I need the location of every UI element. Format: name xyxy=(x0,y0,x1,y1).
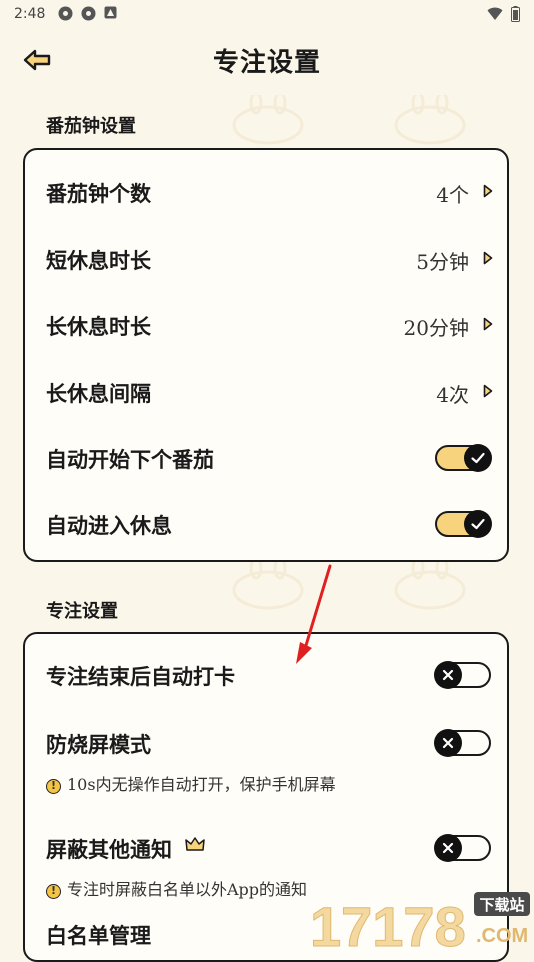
crown-icon xyxy=(185,837,205,851)
long-break-interval-row[interactable]: 长休息间隔 4次 xyxy=(25,372,507,412)
burn-in-protection-toggle[interactable] xyxy=(434,729,491,757)
section-title-focus: 专注设置 xyxy=(46,601,118,622)
auto-break-row: 自动进入休息 xyxy=(25,504,507,544)
background-rabbit-doodle xyxy=(232,95,304,145)
close-icon xyxy=(442,669,454,681)
row-label: 长休息间隔 xyxy=(46,381,151,406)
row-value: 4次 xyxy=(436,383,469,407)
watermark-logo: 17178 下载站 .COM xyxy=(310,892,530,959)
photo-notification-icon xyxy=(104,6,119,21)
row-label: 专注结束后自动打卡 xyxy=(46,664,235,689)
toggle-knob xyxy=(434,834,462,862)
app-notification-icon xyxy=(58,6,73,21)
short-break-row[interactable]: 短休息时长 5分钟 xyxy=(25,239,507,279)
auto-start-pomodoro-row: 自动开始下个番茄 xyxy=(25,438,507,478)
row-label: 番茄钟个数 xyxy=(46,181,151,206)
row-label: 防烧屏模式 xyxy=(46,732,151,757)
block-notifications-row: 屏蔽其他通知 xyxy=(25,828,507,868)
auto-break-toggle[interactable] xyxy=(435,510,492,538)
burn-in-protection-row: 防烧屏模式 xyxy=(25,723,507,763)
pomodoro-settings-card: 番茄钟个数 4个 短休息时长 5分钟 长休息时长 20分钟 长休息间隔 4次 自… xyxy=(23,148,509,562)
toggle-knob xyxy=(434,661,462,689)
app-notification-icon xyxy=(81,6,96,21)
auto-start-pomodoro-toggle[interactable] xyxy=(435,444,492,472)
row-label: 自动进入休息 xyxy=(46,513,172,538)
status-right xyxy=(487,6,520,26)
check-icon xyxy=(471,518,485,530)
status-bar: 2:48 xyxy=(0,0,534,30)
battery-icon xyxy=(511,6,520,26)
warning-icon: ! xyxy=(46,884,61,899)
close-icon xyxy=(442,737,454,749)
section-title-pomodoro: 番茄钟设置 xyxy=(46,116,136,137)
block-notifications-note: ! 专注时屏蔽白名单以外App的通知 xyxy=(46,876,307,900)
background-rabbit-doodle xyxy=(394,95,466,145)
check-icon xyxy=(471,452,485,464)
row-label: 长休息时长 xyxy=(46,314,151,339)
chevron-right-icon xyxy=(483,251,493,265)
toggle-knob xyxy=(434,729,462,757)
pomodoro-count-row[interactable]: 番茄钟个数 4个 xyxy=(25,172,507,212)
warning-icon: ! xyxy=(46,779,61,794)
annotation-arrow xyxy=(296,564,332,664)
watermark-domain: .COM xyxy=(476,925,528,947)
row-value: 20分钟 xyxy=(403,316,469,340)
site-watermark: 17178 下载站 .COM xyxy=(310,890,534,959)
row-value: 4个 xyxy=(436,183,469,207)
status-time: 2:48 xyxy=(14,6,46,22)
block-notifications-toggle[interactable] xyxy=(434,834,491,862)
status-notification-icons xyxy=(58,6,119,21)
row-label: 白名单管理 xyxy=(46,923,151,948)
page-title: 专注设置 xyxy=(212,48,321,78)
note-text: 专注时屏蔽白名单以外App的通知 xyxy=(67,880,308,899)
chevron-right-icon xyxy=(483,184,493,198)
chevron-right-icon xyxy=(483,317,493,331)
auto-checkin-toggle[interactable] xyxy=(434,661,491,689)
row-label: 自动开始下个番茄 xyxy=(46,447,214,472)
background-rabbit-doodle xyxy=(394,560,466,610)
wifi-icon xyxy=(487,7,503,25)
note-text: 10s内无操作自动打开，保护手机屏幕 xyxy=(67,775,336,794)
long-break-row[interactable]: 长休息时长 20分钟 xyxy=(25,305,507,345)
burn-in-protection-note: ! 10s内无操作自动打开，保护手机屏幕 xyxy=(46,771,336,795)
toggle-knob xyxy=(464,444,492,472)
row-label: 短休息时长 xyxy=(46,248,151,273)
watermark-digits: 17178 xyxy=(310,895,466,950)
row-value: 5分钟 xyxy=(416,250,469,274)
row-label: 屏蔽其他通知 xyxy=(46,837,172,862)
auto-checkin-row: 专注结束后自动打卡 xyxy=(25,655,507,695)
chevron-right-icon xyxy=(483,384,493,398)
watermark-badge: 下载站 xyxy=(479,896,524,914)
toggle-knob xyxy=(464,510,492,538)
close-icon xyxy=(442,842,454,854)
